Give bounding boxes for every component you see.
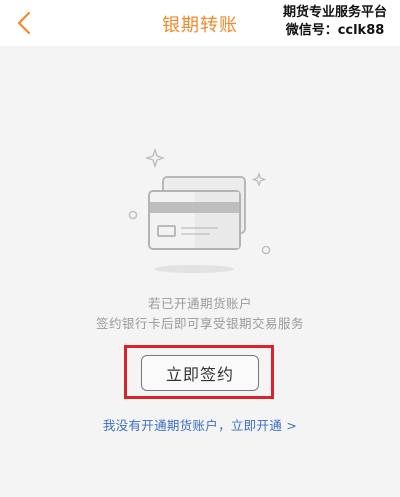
watermark-line-1: 期货专业服务平台 bbox=[282, 5, 387, 20]
sparkle-icon bbox=[251, 172, 267, 187]
watermark-line-2: 微信号：cclk88 bbox=[285, 23, 385, 38]
dot-icon bbox=[128, 210, 138, 220]
watermark: 期货专业服务平台 微信号：cclk88 bbox=[276, 4, 394, 40]
open-account-link[interactable]: 我没有开通期货账户，立即开通 > bbox=[0, 415, 400, 434]
sign-now-button[interactable]: 立即签约 bbox=[141, 355, 259, 391]
empty-state-text-line-2: 签约银行卡后即可享受银期交易服务 bbox=[95, 316, 304, 331]
dot-icon bbox=[261, 245, 271, 255]
bank-cards-icon bbox=[128, 147, 271, 273]
sparkle-icon bbox=[144, 147, 166, 169]
empty-state-text-line-1: 若已开通期货账户 bbox=[147, 296, 252, 311]
